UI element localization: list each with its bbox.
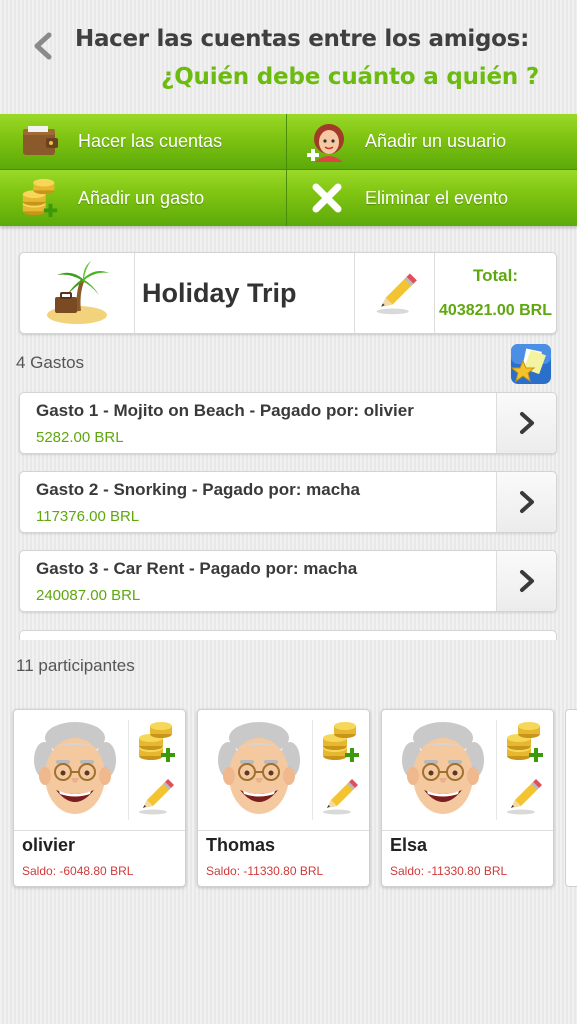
chevron-right-icon[interactable] (496, 551, 556, 611)
avatar (388, 718, 498, 828)
add-expense-label: Añadir un gasto (78, 187, 205, 208)
card-divider (128, 720, 129, 820)
total-value: 403821.00 BRL (439, 302, 552, 319)
page-subtitle: ¿Quién debe cuánto a quién ? (161, 64, 539, 90)
expense-report-button[interactable] (510, 343, 552, 385)
list-item[interactable]: Gasto 2 - Snorking - Pagado por: macha 1… (19, 471, 557, 533)
add-expense-button[interactable]: Añadir un gasto (0, 170, 286, 226)
page-title: Hacer las cuentas entre los amigos: (75, 26, 529, 52)
participant-name: Thomas (206, 835, 276, 855)
coins-add-icon[interactable] (319, 720, 363, 764)
list-item[interactable]: Gasto 1 - Mojito on Beach - Pagado por: … (19, 392, 557, 454)
participant-balance: Saldo: -6048.80 BRL (22, 864, 134, 878)
participant-balance: Saldo: -11330.80 BRL (390, 864, 508, 878)
chevron-right-icon[interactable] (496, 472, 556, 532)
card-divider (496, 720, 497, 820)
avatar (204, 718, 314, 828)
event-card: Holiday Trip Total: 403821.00 BRL (19, 252, 557, 334)
pencil-icon[interactable] (319, 776, 359, 816)
participant-name: Elsa (390, 835, 428, 855)
coins-add-icon (18, 176, 62, 220)
event-name: Holiday Trip (135, 253, 355, 333)
chevron-right-icon[interactable] (496, 393, 556, 453)
participants-count: 11 participantes (16, 656, 135, 675)
avatar (20, 718, 130, 828)
add-user-label: Añadir un usuario (365, 131, 507, 151)
event-total: Total: 403821.00 BRL (435, 253, 556, 333)
expense-amount: 240087.00 BRL (36, 587, 141, 604)
expense-text: Gasto 1 - Mojito on Beach - Pagado por: … (20, 393, 496, 453)
add-user-icon (305, 120, 349, 164)
card-divider (382, 830, 553, 831)
star-report-icon (510, 344, 551, 384)
card-divider (14, 830, 185, 831)
expense-text: Gasto 3 - Car Rent - Pagado por: macha 2… (20, 551, 496, 611)
pencil-icon (372, 270, 418, 316)
expense-title: Gasto 2 - Snorking - Pagado por: macha (36, 480, 360, 499)
expense-text: Gasto 2 - Snorking - Pagado por: macha 1… (20, 472, 496, 532)
expense-title: Gasto 3 - Car Rent - Pagado por: macha (36, 559, 358, 578)
pencil-icon[interactable] (135, 776, 175, 816)
participant-card[interactable] (565, 709, 577, 887)
participant-name: olivier (22, 835, 76, 855)
action-grid: Hacer las cuentas Añadir un usuario Añad… (0, 114, 577, 226)
island-icon (20, 253, 135, 333)
pencil-icon[interactable] (503, 776, 543, 816)
expense-amount: 5282.00 BRL (36, 429, 124, 446)
card-divider (198, 830, 369, 831)
coins-add-icon[interactable] (135, 720, 179, 764)
list-item[interactable] (19, 630, 557, 640)
settle-accounts-label: Hacer las cuentas (78, 131, 223, 151)
list-item[interactable]: Gasto 3 - Car Rent - Pagado por: macha 2… (19, 550, 557, 612)
expense-amount: 117376.00 BRL (36, 508, 140, 525)
card-divider (312, 720, 313, 820)
participant-card[interactable]: olivier Saldo: -6048.80 BRL (13, 709, 186, 887)
edit-event-button[interactable] (355, 253, 435, 333)
settle-accounts-button[interactable]: Hacer las cuentas (0, 114, 286, 169)
expense-title: Gasto 1 - Mojito on Beach - Pagado por: … (36, 401, 414, 420)
participant-card[interactable]: Elsa Saldo: -11330.80 BRL (381, 709, 554, 887)
expenses-count: 4 Gastos (16, 353, 85, 372)
participant-balance: Saldo: -11330.80 BRL (206, 864, 324, 878)
coins-add-icon[interactable] (503, 720, 547, 764)
total-label: Total: (472, 266, 518, 285)
chevron-left-icon (34, 32, 52, 60)
header: Hacer las cuentas entre los amigos: ¿Qui… (0, 0, 577, 115)
wallet-icon (18, 120, 62, 164)
delete-event-button[interactable]: Eliminar el evento (287, 170, 577, 226)
participant-card[interactable]: Thomas Saldo: -11330.80 BRL (197, 709, 370, 887)
close-icon (305, 176, 349, 220)
back-button[interactable] (28, 30, 58, 62)
delete-event-label: Eliminar el evento (365, 187, 509, 208)
add-user-button[interactable]: Añadir un usuario (287, 114, 577, 169)
